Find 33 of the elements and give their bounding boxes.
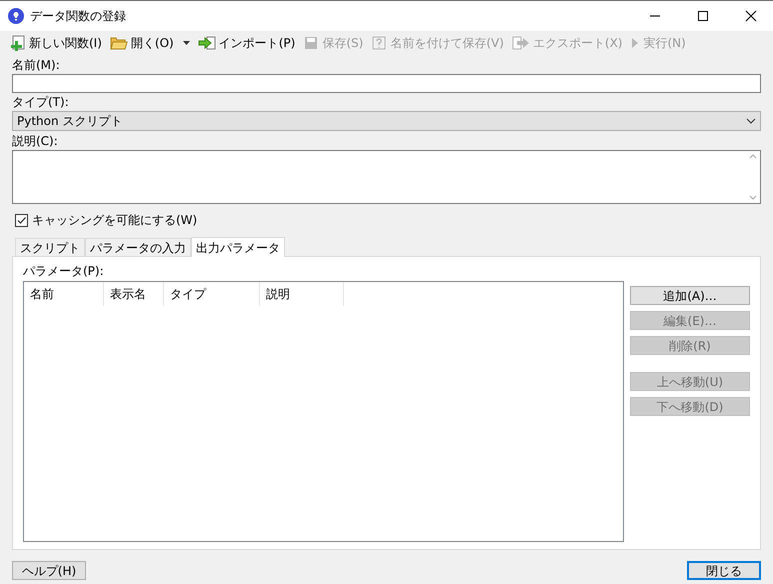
tab[interactable]: パラメータの入力 [85, 238, 191, 256]
description-label: 説明(C): [12, 134, 59, 149]
toolbar-button[interactable]: 新しい関数(I) [10, 34, 102, 52]
side-button[interactable]: 追加(A)… [630, 286, 750, 305]
maximize-icon[interactable] [697, 10, 709, 22]
caching-label: キャッシングを可能にする(W) [32, 212, 198, 229]
question-document-icon [371, 35, 388, 51]
column-header[interactable]: タイプ [164, 282, 260, 306]
toolbar-button[interactable]: インポート(P) [198, 34, 296, 52]
arrow-icon [198, 35, 216, 51]
tab[interactable]: 出力パラメータ [191, 237, 285, 257]
new-document-icon [10, 35, 26, 51]
toolbar-button[interactable]: 開く(O) [110, 34, 190, 52]
window-title: データ関数の登録 [30, 8, 126, 25]
dropdown-arrow-icon [182, 41, 190, 45]
close-icon[interactable] [745, 10, 757, 22]
tab[interactable]: スクリプト [15, 238, 85, 256]
close-button[interactable]: 閉じる [687, 561, 761, 580]
caching-checkbox[interactable] [15, 214, 28, 226]
type-label: タイプ(T): [12, 95, 70, 110]
folder-icon [110, 35, 128, 51]
column-header[interactable]: 説明 [260, 282, 344, 306]
name-label: 名前(M): [12, 58, 61, 73]
parameters-label: パラメータ(P): [23, 264, 105, 279]
chevron-down-icon [746, 118, 756, 124]
name-field[interactable] [12, 74, 761, 93]
play-icon [630, 35, 640, 51]
help-button[interactable]: ヘルプ(H) [12, 561, 86, 580]
arrow-icon [512, 35, 530, 51]
column-header[interactable]: 表示名 [104, 282, 164, 306]
type-dropdown[interactable]: Python スクリプト [12, 111, 761, 131]
light-bulb-icon [8, 8, 24, 24]
column-header[interactable]: 名前 [24, 282, 104, 306]
